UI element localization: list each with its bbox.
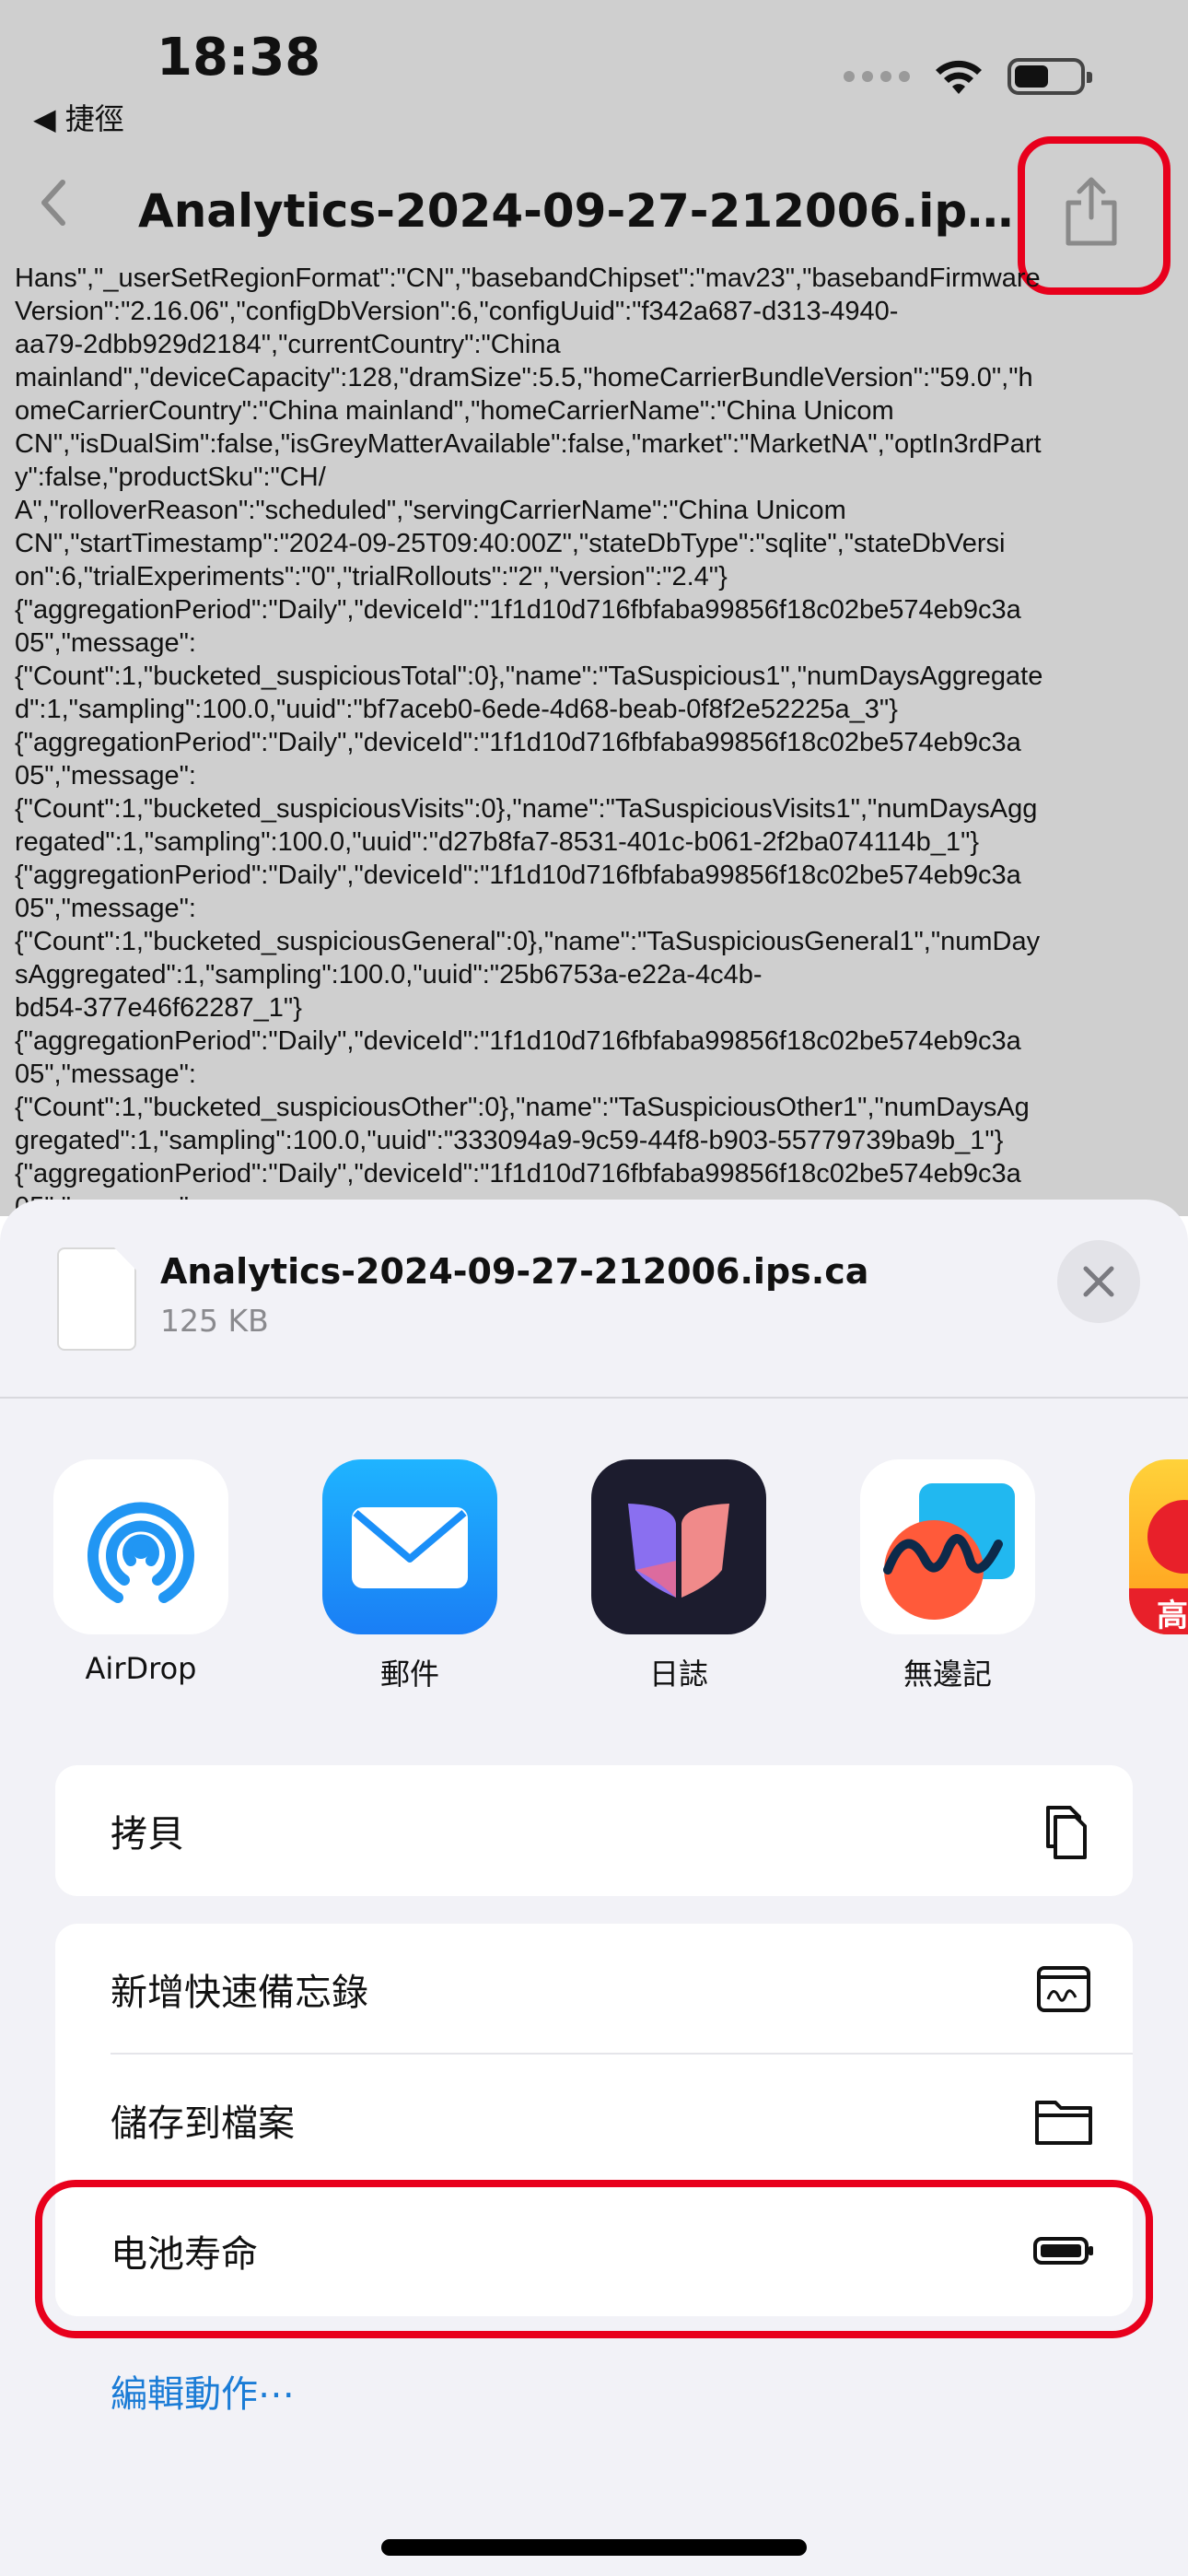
log-content: Hans","_userSetRegionFormat":"CN","baseb… bbox=[15, 262, 1177, 1216]
mail-icon bbox=[322, 1459, 497, 1634]
log-line: y":false,"productSku":"CH/ bbox=[15, 463, 326, 492]
log-line: 05","message": bbox=[15, 628, 196, 658]
app-label-airdrop: AirDrop bbox=[85, 1651, 197, 1686]
log-line: omeCarrierCountry":"China mainland","hom… bbox=[15, 396, 894, 426]
share-sheet-header: Analytics-2024-09-27-212006.ips.ca 125 K… bbox=[0, 1200, 1188, 1397]
status-icons bbox=[844, 57, 1092, 96]
app-mail[interactable]: 郵件 bbox=[322, 1459, 497, 1693]
log-line: gregated":1,"sampling":100.0,"uuid":"333… bbox=[15, 1126, 1004, 1155]
quick-note-icon bbox=[1037, 1966, 1090, 2012]
log-line: sAggregated":1,"sampling":100.0,"uuid":"… bbox=[15, 960, 763, 989]
log-line: 05","message": bbox=[15, 894, 196, 923]
log-line: 05","message": bbox=[15, 761, 196, 790]
journal-icon bbox=[591, 1459, 766, 1634]
folder-icon bbox=[1035, 2101, 1092, 2145]
app-airdrop[interactable]: AirDrop bbox=[53, 1459, 228, 1686]
back-chevron-icon[interactable] bbox=[28, 175, 83, 230]
wifi-icon bbox=[936, 60, 982, 94]
battery-status-icon bbox=[1007, 58, 1092, 95]
log-line: aa79-2dbb929d2184","currentCountry":"Chi… bbox=[15, 330, 561, 359]
log-line: on":6,"trialExperiments":"0","trialRollo… bbox=[15, 562, 728, 591]
save-to-files-label: 儲存到檔案 bbox=[111, 2102, 295, 2145]
log-line: {"Count":1,"bucketed_suspiciousTotal":0}… bbox=[15, 662, 1043, 691]
home-indicator[interactable] bbox=[381, 2539, 807, 2556]
log-line: A","rolloverReason":"scheduled","serving… bbox=[15, 496, 846, 525]
quick-note-action[interactable]: 新增快速備忘錄 bbox=[55, 1924, 1133, 2055]
log-line: Version":"2.16.06","configDbVersion":6,"… bbox=[15, 297, 899, 326]
save-to-files-action[interactable]: 儲存到檔案 bbox=[55, 2055, 1133, 2185]
partial-app-icon: 高 bbox=[1129, 1459, 1188, 1634]
sheet-divider bbox=[0, 1397, 1188, 1399]
log-line: {"aggregationPeriod":"Daily","deviceId":… bbox=[15, 861, 1021, 890]
log-line: CN","isDualSim":false,"isGreyMatterAvail… bbox=[15, 429, 1042, 459]
log-line: {"Count":1,"bucketed_suspiciousVisits":0… bbox=[15, 794, 1038, 824]
back-to-app-link[interactable]: ◀ 捷徑 bbox=[33, 96, 124, 138]
log-line: {"aggregationPeriod":"Daily","deviceId":… bbox=[15, 595, 1021, 625]
copy-icon bbox=[1046, 1806, 1087, 1859]
edit-actions-link[interactable]: 編輯動作⋯ bbox=[111, 2364, 295, 2418]
quick-note-label: 新增快速備忘錄 bbox=[111, 1972, 368, 2014]
log-line: Hans","_userSetRegionFormat":"CN","baseb… bbox=[15, 263, 1041, 293]
log-line: {"aggregationPeriod":"Daily","deviceId":… bbox=[15, 1026, 1021, 1056]
log-line: 05","message": bbox=[15, 1060, 196, 1089]
file-name: Analytics-2024-09-27-212006.ips.ca bbox=[160, 1251, 869, 1292]
log-line: d":1,"sampling":100.0,"uuid":"bf7aceb0-6… bbox=[15, 695, 898, 724]
close-button[interactable] bbox=[1057, 1240, 1140, 1323]
nav-bar: Analytics-2024-09-27-212006.ips.ca... bbox=[0, 138, 1188, 267]
log-line: CN","startTimestamp":"2024-09-25T09:40:0… bbox=[15, 529, 1006, 558]
close-icon bbox=[1083, 1266, 1114, 1297]
log-line: {"aggregationPeriod":"Daily","deviceId":… bbox=[15, 728, 1021, 757]
partial-app-text: 高 bbox=[1157, 1598, 1188, 1634]
file-icon bbox=[57, 1247, 136, 1351]
app-partial[interactable]: 高 bbox=[1129, 1459, 1188, 1634]
copy-group: 拷貝 bbox=[55, 1765, 1133, 1896]
log-line: {"Count":1,"bucketed_suspiciousOther":0}… bbox=[15, 1093, 1030, 1122]
log-line: regated":1,"sampling":100.0,"uuid":"d27b… bbox=[15, 827, 980, 857]
screen: 18:38 ◀ 捷徑 Analytics-2024-09-27-212006.i… bbox=[0, 0, 1188, 2576]
app-label-mail: 郵件 bbox=[379, 1657, 439, 1692]
battery-life-highlight bbox=[35, 2180, 1153, 2338]
copy-action[interactable]: 拷貝 bbox=[55, 1765, 1133, 1896]
airdrop-icon bbox=[53, 1459, 228, 1634]
log-line: {"aggregationPeriod":"Daily","deviceId":… bbox=[15, 1159, 1021, 1188]
copy-label: 拷貝 bbox=[111, 1813, 184, 1856]
status-bar: 18:38 ◀ 捷徑 bbox=[0, 0, 1188, 138]
app-journal[interactable]: 日誌 bbox=[591, 1459, 766, 1693]
app-label-freeform: 無邊記 bbox=[903, 1657, 992, 1692]
app-label-journal: 日誌 bbox=[648, 1657, 708, 1692]
freeform-icon bbox=[860, 1459, 1035, 1634]
status-time: 18:38 bbox=[157, 28, 321, 88]
signal-dots-icon bbox=[844, 71, 910, 82]
log-line: mainland","deviceCapacity":128,"dramSize… bbox=[15, 363, 1033, 392]
app-freeform[interactable]: 無邊記 bbox=[860, 1459, 1035, 1693]
share-apps-row: AirDrop 郵件 日誌 無邊記 高 bbox=[0, 1459, 1188, 1736]
log-line: {"Count":1,"bucketed_suspiciousGeneral":… bbox=[15, 927, 1041, 956]
page-title: Analytics-2024-09-27-212006.ips.ca... bbox=[138, 184, 1022, 238]
file-size: 125 KB bbox=[160, 1303, 269, 1339]
log-line: bd54-377e46f62287_1"} bbox=[15, 993, 302, 1023]
